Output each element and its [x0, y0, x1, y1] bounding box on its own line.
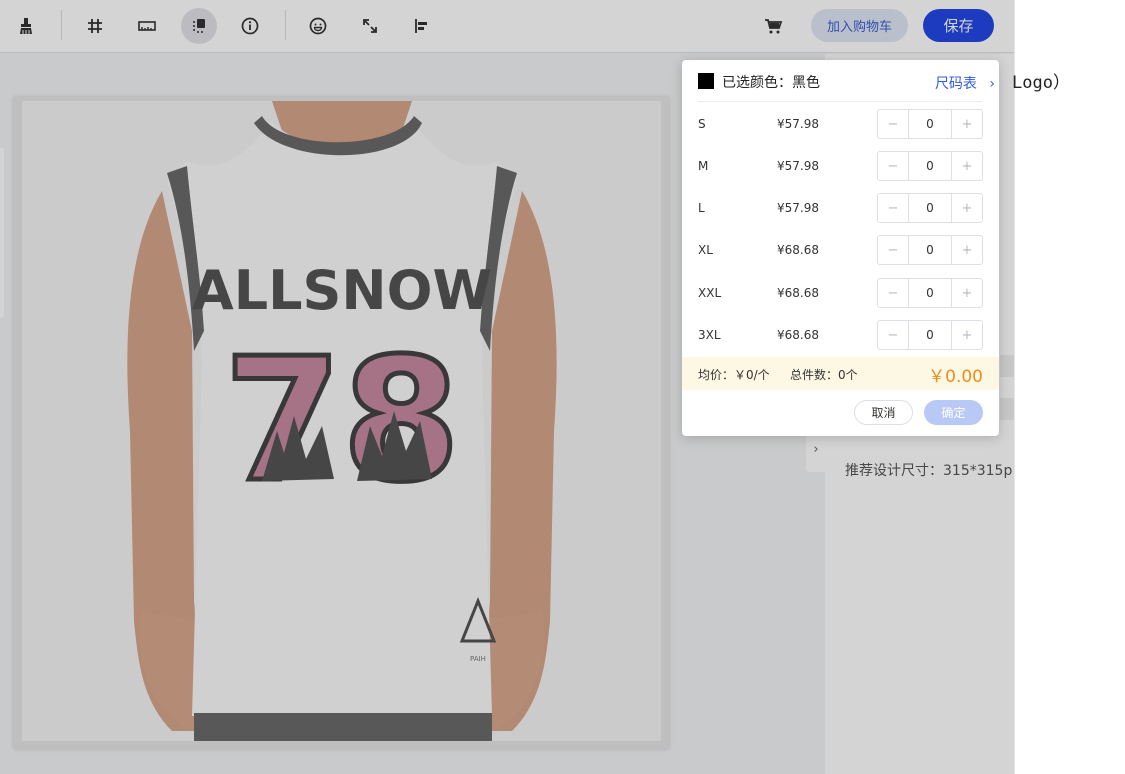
quantity-input[interactable]: 0	[908, 194, 952, 222]
quantity-stepper: − 0 +	[877, 151, 983, 181]
minus-icon[interactable]: −	[878, 236, 908, 264]
size-label: M	[698, 159, 709, 173]
minus-icon[interactable]: −	[878, 152, 908, 180]
quantity-input[interactable]: 0	[908, 321, 952, 349]
size-label: L	[698, 201, 705, 215]
size-price: ¥68.68	[777, 328, 819, 342]
quantity-stepper: − 0 +	[877, 320, 983, 350]
quantity-stepper: − 0 +	[877, 109, 983, 139]
editor-app: 加入购物车 保存 ALLSNOW 78 PAIH › 推荐设计尺寸：315*31…	[0, 0, 1014, 774]
average-price: 均价：￥0/个	[698, 368, 770, 382]
confirm-button[interactable]: 确定	[924, 400, 983, 425]
minus-icon[interactable]: −	[878, 321, 908, 349]
color-swatch	[698, 73, 714, 89]
size-row: XXL ¥68.68 − 0 +	[698, 278, 984, 308]
chevron-right-icon: ›	[989, 76, 995, 92]
blank-margin	[1014, 0, 1125, 774]
size-chart-link[interactable]: 尺码表 ›	[935, 73, 995, 93]
minus-icon[interactable]: −	[878, 194, 908, 222]
quantity-input[interactable]: 0	[908, 110, 952, 138]
size-label: XL	[698, 243, 713, 257]
quantity-input[interactable]: 0	[908, 236, 952, 264]
total-count: 总件数：0个	[790, 368, 858, 382]
size-price: ¥68.68	[777, 243, 819, 257]
minus-icon[interactable]: −	[878, 279, 908, 307]
plus-icon[interactable]: +	[952, 321, 982, 349]
plus-icon[interactable]: +	[952, 110, 982, 138]
selected-color-label: 已选颜色：黑色	[722, 75, 820, 91]
plus-icon[interactable]: +	[952, 279, 982, 307]
order-summary: 均价：￥0/个 总件数：0个 ￥0.00	[682, 357, 999, 390]
minus-icon[interactable]: −	[878, 110, 908, 138]
size-row: M ¥57.98 − 0 +	[698, 151, 984, 181]
size-label: 3XL	[698, 328, 721, 342]
total-price: ￥0.00	[928, 367, 983, 387]
logo-hint-text: Logo）	[1012, 73, 1070, 93]
quantity-input[interactable]: 0	[908, 152, 952, 180]
size-row: 3XL ¥68.68 − 0 +	[698, 320, 984, 350]
size-price: ¥57.98	[777, 201, 819, 215]
quantity-stepper: − 0 +	[877, 235, 983, 265]
plus-icon[interactable]: +	[952, 236, 982, 264]
size-row: S ¥57.98 − 0 +	[698, 109, 984, 139]
size-quantity-popup: 已选颜色：黑色 尺码表 › S ¥57.98 − 0 + M ¥57.98 − …	[682, 60, 999, 436]
quantity-input[interactable]: 0	[908, 279, 952, 307]
size-chart-label: 尺码表	[934, 76, 977, 92]
quantity-stepper: − 0 +	[877, 278, 983, 308]
size-label: S	[698, 117, 706, 131]
size-price: ¥68.68	[777, 286, 819, 300]
quantity-stepper: − 0 +	[877, 193, 983, 223]
size-row: L ¥57.98 − 0 +	[698, 193, 984, 223]
size-price: ¥57.98	[777, 117, 819, 131]
size-row: XL ¥68.68 − 0 +	[698, 235, 984, 265]
plus-icon[interactable]: +	[952, 152, 982, 180]
cancel-button[interactable]: 取消	[854, 400, 913, 425]
size-price: ¥57.98	[777, 159, 819, 173]
size-label: XXL	[698, 286, 722, 300]
plus-icon[interactable]: +	[952, 194, 982, 222]
